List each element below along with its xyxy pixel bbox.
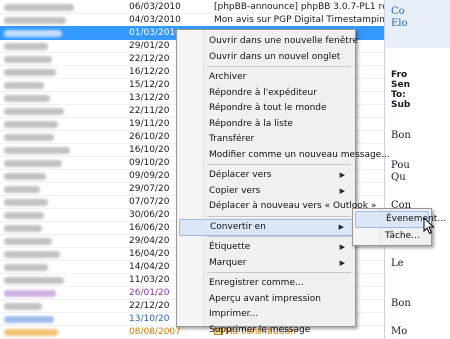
sender-name-redacted <box>4 277 64 284</box>
sender-name-redacted <box>4 290 56 297</box>
message-subject: Mon avis sur PGP Digital Timestamping Se… <box>214 13 384 27</box>
context-menu-item-label: Répondre à l'expéditeur <box>209 87 317 98</box>
context-menu-item-label: Déplacer vers <box>209 170 272 180</box>
context-menu-item[interactable]: Déplacer vers ▶ <box>179 167 353 184</box>
preview-text-fragment: To: <box>391 90 406 100</box>
preview-text-fragment: Mo <box>391 326 408 337</box>
context-menu-item-label: Marquer <box>209 257 247 268</box>
message-preview-pane: CoEloFroSenTo:SubBonPouQuConBonLeBonMo <box>384 0 450 339</box>
submenu-arrow-icon: ▶ <box>339 243 345 251</box>
preview-text-fragment: Bon <box>391 130 411 141</box>
context-menu-item-label: Répondre à la liste <box>209 118 293 129</box>
sender-name-redacted <box>4 56 52 63</box>
context-menu-item[interactable]: Répondre à tout le monde <box>179 100 353 117</box>
context-menu-item[interactable]: Ouvrir dans une nouvelle fenêtre <box>179 33 358 50</box>
context-menu-item[interactable]: Aperçu avant impression <box>179 291 353 308</box>
context-menu: Ouvrir dans une nouvelle fenêtre Ouvrir d… <box>176 29 390 335</box>
sender-name-redacted <box>4 134 54 141</box>
message-subject-text: [phpBB-announce] phpBB 3.0.7-PL1 release… <box>214 2 384 12</box>
sender-name-redacted <box>4 30 62 37</box>
sender-name-redacted <box>4 238 52 245</box>
context-menu-item[interactable]: Marquer ▶ <box>179 255 353 272</box>
menu-separator <box>207 272 351 273</box>
sender-name-redacted <box>4 17 66 24</box>
context-menu-item-label: Ouvrir dans une nouvelle fenêtre <box>209 36 358 46</box>
sender-name-redacted <box>4 95 50 102</box>
context-menu-item-label: Ouvrir dans un nouvel onglet <box>209 51 341 62</box>
context-menu-item[interactable]: Copier vers ▶ <box>179 183 353 200</box>
context-menu-item[interactable]: Étiquette ▶ <box>179 239 353 256</box>
mouse-pointer-icon <box>423 217 435 235</box>
sender-name-redacted <box>4 173 46 180</box>
submenu-arrow-icon: ▶ <box>338 222 344 231</box>
context-menu-item[interactable]: Archiver <box>179 69 353 86</box>
sender-name-redacted <box>4 147 70 154</box>
sender-name-redacted <box>4 225 42 232</box>
context-menu-item-label: Enregistrer comme... <box>209 278 304 288</box>
sender-name-redacted <box>4 329 58 336</box>
message-date: 06/03/2010 <box>129 2 181 12</box>
sender-name-redacted <box>4 316 54 323</box>
message-row[interactable]: 06/03/2010 [phpBB-announce] phpBB 3.0.7-P… <box>0 0 384 14</box>
menu-separator <box>207 66 351 67</box>
preview-text-fragment: Pou <box>391 160 410 171</box>
context-menu-item-label: Répondre à tout le monde <box>209 103 327 113</box>
context-menu-item-label: Archiver <box>209 72 247 82</box>
sender-name-redacted <box>4 43 48 50</box>
context-menu-item-label: Convertir en <box>210 221 266 232</box>
context-menu-item[interactable]: Répondre à la liste <box>179 116 353 133</box>
menu-separator <box>207 236 351 237</box>
sender-name-redacted <box>4 251 60 258</box>
sender-name-redacted <box>4 212 44 219</box>
context-menu-item[interactable]: Convertir en ▶ <box>179 218 353 236</box>
context-menu-item[interactable]: Transférer <box>179 131 353 148</box>
message-subject-text: Mon avis sur PGP Digital Timestamping Se… <box>214 15 384 25</box>
context-menu-item[interactable]: Déplacer à nouveau vers « Outlook » <box>179 198 376 215</box>
submenu-arrow-icon: ▶ <box>339 258 345 267</box>
context-menu-item[interactable]: Enregistrer comme... <box>179 275 353 292</box>
submenu-item-label: Tâche... <box>385 231 420 241</box>
preview-text-fragment: Le <box>391 258 404 269</box>
message-subject: [phpBB-announce] phpBB 3.0.7-PL1 release… <box>214 0 384 14</box>
message-row[interactable]: 04/03/2010 Mon avis sur PGP Digital Times… <box>0 13 384 27</box>
context-menu-item[interactable]: Imprimer... <box>179 306 353 323</box>
context-menu-item[interactable]: Supprimer le message <box>179 322 353 339</box>
context-menu-item-label: Aperçu avant impression <box>209 293 321 304</box>
sender-name-redacted <box>4 186 40 193</box>
submenu-item[interactable]: Évenement... <box>355 211 446 228</box>
preview-text-fragment: Qu <box>391 172 406 183</box>
menu-separator <box>207 164 351 165</box>
sender-name-redacted <box>4 108 64 115</box>
sender-name-redacted <box>4 4 74 11</box>
preview-text-fragment: Elo <box>391 18 408 29</box>
message-date: 04/03/2010 <box>129 15 181 25</box>
submenu-arrow-icon: ▶ <box>339 171 345 179</box>
context-menu-item[interactable]: Modifier comme un nouveau message... <box>179 147 390 164</box>
sender-name-redacted <box>4 264 48 271</box>
preview-text-fragment: Sen <box>391 80 410 90</box>
submenu-item[interactable]: Tâche... <box>355 228 429 245</box>
submenu-arrow-icon: ▶ <box>339 186 345 195</box>
preview-text-fragment: Fro <box>391 70 408 80</box>
sender-name-redacted <box>4 121 58 128</box>
sender-name-redacted <box>4 303 42 310</box>
sender-name-redacted <box>4 69 56 76</box>
preview-text-fragment: Co <box>391 6 405 17</box>
context-menu-item-label: Imprimer... <box>209 309 259 319</box>
context-menu-item[interactable]: Répondre à l'expéditeur <box>179 85 353 102</box>
submenu-item-label: Évenement... <box>386 214 446 224</box>
convert-submenu: Évenement... Tâche... <box>352 208 446 246</box>
context-menu-item-label: Transférer <box>209 134 255 144</box>
context-menu-item-label: Étiquette <box>209 242 251 252</box>
preview-text-fragment: Bon <box>391 298 411 309</box>
context-menu-item-label: Supprimer le message <box>209 324 311 335</box>
sender-name-redacted <box>4 82 44 89</box>
context-menu-item-label: Copier vers <box>209 185 261 196</box>
sender-name-redacted <box>4 160 62 167</box>
sender-name-redacted <box>4 199 48 206</box>
preview-text-fragment: Sub <box>391 100 411 110</box>
context-menu-item[interactable]: Ouvrir dans un nouvel onglet <box>179 49 353 66</box>
context-menu-item-label: Modifier comme un nouveau message... <box>209 149 390 160</box>
menu-separator <box>207 215 351 217</box>
